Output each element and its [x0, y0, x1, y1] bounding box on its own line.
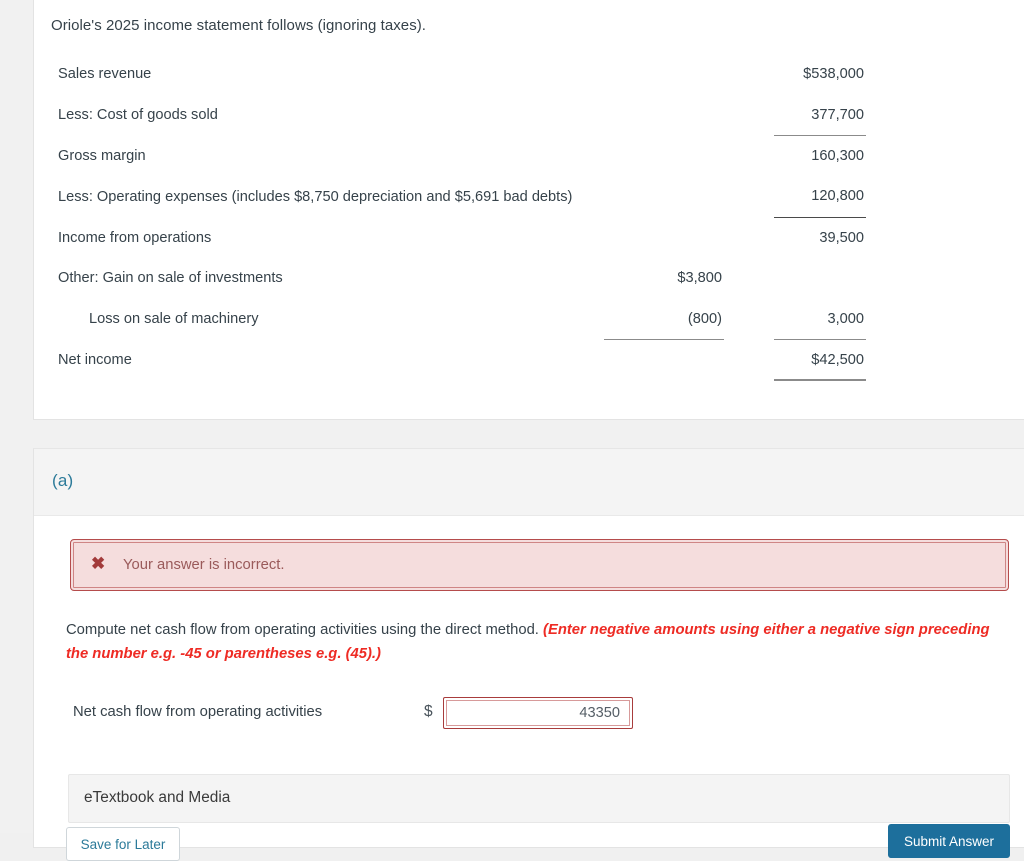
income-statement-row: Income from operations 39,500 [58, 217, 866, 258]
row-amount-subcolumn [604, 339, 724, 380]
row-amount-subcolumn: $3,800 [677, 270, 722, 287]
part-a-header: (a) [34, 449, 1024, 516]
question-prompt-main: Compute net cash flow from operating act… [66, 622, 539, 638]
income-statement-row: Sales revenue $538,000 [58, 54, 866, 94]
column-spacer [724, 94, 774, 135]
submit-answer-button[interactable]: Submit Answer [888, 824, 1010, 858]
column-spacer [724, 339, 774, 380]
income-statement-row: Net income $42,500 [58, 339, 866, 382]
alert-message: Your answer is incorrect. [123, 557, 285, 573]
row-amount-total: $42,500 [774, 339, 866, 382]
column-spacer [724, 135, 774, 176]
cross-mark-icon: ✖ [91, 554, 106, 573]
income-statement-card: Oriole's 2025 income statement follows (… [33, 0, 1024, 420]
row-label: Net income [58, 351, 132, 368]
etextbook-and-media-bar[interactable]: eTextbook and Media [68, 774, 1010, 823]
page-root: Oriole's 2025 income statement follows (… [0, 0, 1024, 861]
row-amount-subcolumn [604, 135, 724, 176]
income-statement-row: Less: Cost of goods sold 377,700 [58, 94, 866, 136]
row-label: Income from operations [58, 229, 212, 246]
intro-text: Oriole's 2025 income statement follows (… [51, 17, 427, 34]
left-gutter [0, 0, 33, 833]
income-statement-body: Sales revenue $538,000 Less: Cost of goods… [58, 54, 866, 382]
row-amount-subcolumn [604, 176, 724, 217]
row-amount-total: 3,000 [774, 298, 866, 340]
income-statement-row: Loss on sale of machinery (800) 3,000 [58, 298, 866, 340]
column-spacer [724, 176, 774, 217]
etextbook-and-media-label: eTextbook and Media [84, 789, 231, 806]
row-label: Other: Gain on sale of investments [58, 270, 283, 287]
row-amount-total: 39,500 [819, 229, 864, 246]
row-amount-subcolumn: (800) [604, 298, 724, 340]
column-spacer [724, 258, 774, 298]
column-spacer [724, 54, 774, 94]
part-a-label: (a) [52, 471, 74, 490]
row-amount-subcolumn [604, 54, 724, 94]
row-amount-subcolumn [604, 94, 724, 135]
income-statement-table: Sales revenue $538,000 Less: Cost of goods… [58, 54, 866, 382]
row-amount-total: 120,800 [774, 176, 866, 218]
row-label: Less: Operating expenses (includes $8,75… [58, 188, 573, 205]
row-amount-total: 377,700 [774, 94, 866, 136]
income-statement-row: Other: Gain on sale of investments $3,800 [58, 258, 866, 298]
row-label: Loss on sale of machinery [89, 310, 259, 327]
answer-label: Net cash flow from operating activities [73, 704, 323, 720]
row-label: Gross margin [58, 147, 146, 164]
currency-symbol: $ [424, 703, 433, 720]
row-label: Sales revenue [58, 66, 152, 83]
income-statement-row: Gross margin 160,300 [58, 135, 866, 176]
row-amount-total [774, 258, 866, 298]
net-cash-flow-input[interactable] [443, 697, 633, 729]
part-a-card: (a) ✖ Your answer is incorrect. Compute … [33, 448, 1024, 848]
row-amount-subcolumn [604, 217, 724, 258]
row-label: Less: Cost of goods sold [58, 106, 218, 123]
incorrect-answer-alert: ✖ Your answer is incorrect. [70, 539, 1009, 591]
row-amount-total: 160,300 [811, 147, 864, 164]
save-for-later-button[interactable]: Save for Later [66, 827, 180, 861]
row-amount-total: $538,000 [803, 66, 864, 83]
question-prompt: Compute net cash flow from operating act… [66, 619, 996, 666]
income-statement-row: Less: Operating expenses (includes $8,75… [58, 176, 866, 218]
column-spacer [724, 298, 774, 339]
column-spacer [724, 217, 774, 258]
